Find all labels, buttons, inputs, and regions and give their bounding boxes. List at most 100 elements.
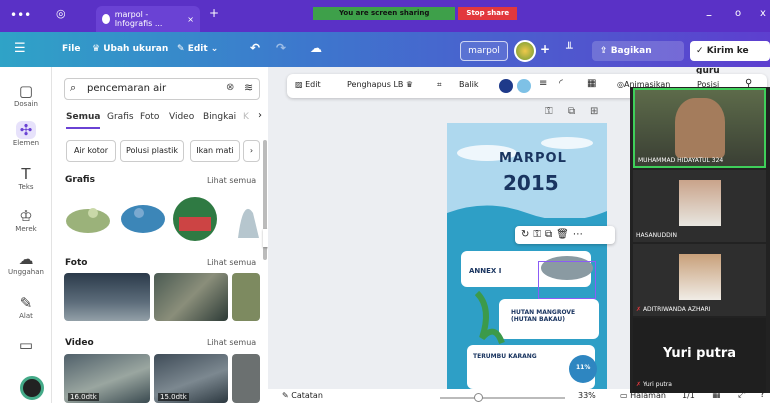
close-tab-icon[interactable]: × [187,15,194,24]
analytics-icon[interactable]: ╨ [566,42,573,55]
browser-tab[interactable]: marpol - Infografis ... × [96,6,200,32]
rail-text[interactable]: T Teks [0,165,52,191]
color-swatch-dark[interactable] [499,79,513,93]
rail-brand[interactable]: ♔ Merek [0,207,52,233]
video-thumb[interactable]: 15.0dtk [154,354,228,403]
mangrove-label[interactable]: HUTAN MANGROVE (HUTAN BAKAU) [511,309,593,323]
graphic-thumb[interactable] [173,197,217,241]
chip-dirty-water[interactable]: Air kotor [66,140,116,162]
photo-thumb[interactable] [232,273,260,321]
resize-menu[interactable]: ♛ Ubah ukuran [92,44,168,54]
photo-thumb[interactable] [154,273,228,321]
share-button[interactable]: ⇪ Bagikan [592,41,684,61]
participant-tile[interactable]: ✗ ADITRIWANDA AZHARI [633,244,766,316]
zoom-slider-handle[interactable] [474,393,483,402]
new-tab-icon[interactable]: + [209,6,219,20]
share-label: Bagikan [610,46,652,56]
cloud-save-icon[interactable]: ☁ [310,41,322,55]
tab-title: marpol - Infografis ... [114,10,163,28]
duplicate-page-icon[interactable]: ⧉ [568,106,575,117]
zoom-level[interactable]: 33% [578,391,596,400]
section-graphics-title: Grafis [65,175,95,185]
participant-tile[interactable]: MUHAMMAD HIDAYATUL 324 [633,88,766,168]
chip-plastic-pollution[interactable]: Polusi plastik [120,140,184,162]
crop-icon[interactable]: ⌗ [437,80,442,90]
search-icon: ⌕ [70,81,77,94]
rail-upload[interactable]: ☁ Unggahan [0,250,52,276]
crown-icon: ♛ [92,44,104,54]
corner-rounding-icon[interactable]: ◜ [559,78,563,89]
video-thumb[interactable] [232,354,260,403]
tab-photos[interactable]: Foto [140,112,159,122]
muted-mic-icon: ✗ [636,306,643,313]
element-floating-toolbar[interactable]: ↻⚿⧉🗑⋯ [515,226,615,244]
send-to-teacher-button[interactable]: ✓ Kirim ke guru [690,41,770,76]
rail-elements[interactable]: ✣ Elemen [0,121,52,147]
bg-remover-button[interactable]: Penghapus LB ♛ [347,80,413,89]
graphic-thumb[interactable] [238,208,259,238]
tab-all[interactable]: Semua [66,112,101,129]
rail-label: Unggahan [8,268,44,276]
undo-icon[interactable]: ↶ [250,41,260,55]
video-duration: 15.0dtk [158,393,189,401]
upload-icon: ☁ [18,250,34,268]
participant-name: HASANUDDIN [636,232,678,239]
edit-image-label: Edit [305,80,321,89]
avatar[interactable] [514,40,536,62]
tab-graphics[interactable]: Grafis [107,112,134,122]
see-all-videos[interactable]: Lihat semua [207,338,256,347]
add-page-icon[interactable]: ⊞ [590,106,598,117]
rail-folder[interactable]: ▭ [0,336,52,354]
rail-design[interactable]: ▢ Dosain [0,82,52,108]
tab-frames[interactable]: Bingkai [203,112,236,122]
check-circle-icon: ✓ [696,46,707,56]
poster-year[interactable]: 2015 [503,171,559,195]
photo-thumb[interactable] [64,273,150,321]
selection-box[interactable] [538,261,596,299]
stop-share-button[interactable]: Stop share [458,7,518,20]
transparency-icon[interactable]: ▦ [587,78,596,89]
share-banner: You are screen sharing Stop share [313,7,518,20]
rail-tools[interactable]: ✎ Alat [0,294,52,320]
lock-icon[interactable]: ⚿ [545,106,553,117]
minimize-icon[interactable]: – [706,8,712,22]
edit-menu[interactable]: ✎ Edit ⌄ [177,44,218,54]
filter-icon[interactable]: ≋ [244,81,253,94]
file-menu[interactable]: File [62,44,80,54]
add-collaborator-icon[interactable]: + [540,42,550,56]
zoom-slider[interactable] [440,397,565,399]
magic-icon[interactable] [20,376,44,400]
participant-tile[interactable]: HASANUDDIN [633,170,766,242]
pencil-icon: ✎ [177,44,188,54]
app-icon[interactable]: ◎ [56,7,66,20]
tab-more[interactable]: K [243,112,249,122]
chip-dead-fish[interactable]: Ikan mati [190,140,240,162]
poster-canvas[interactable]: MARPOL 2015 ANNEX I HUTAN MANGROVE (HUTA… [447,123,607,393]
poster-title[interactable]: MARPOL [499,151,567,166]
tabs-next-icon[interactable]: › [258,110,262,121]
tab-videos[interactable]: Video [169,112,194,122]
annex-label[interactable]: ANNEX I [469,267,501,275]
restore-icon[interactable]: o [735,8,741,19]
flip-button[interactable]: Balik [459,80,478,89]
close-icon[interactable]: x [760,8,766,19]
hamburger-icon[interactable]: ☰ [14,41,26,56]
edit-image-button[interactable]: ▨ Edit [295,80,321,89]
redo-icon[interactable]: ↷ [276,41,286,55]
see-all-photos[interactable]: Lihat semua [207,258,256,267]
color-swatch-light[interactable] [517,79,531,93]
percent-badge[interactable]: 11% [576,364,590,371]
menu-dots-icon[interactable]: ••• [10,8,31,22]
folder-icon: ▭ [18,336,34,354]
graphic-thumb[interactable] [66,208,110,233]
clear-search-icon[interactable]: ⊗ [226,82,234,93]
notes-button[interactable]: ✎ Catatan [282,391,323,400]
participant-tile[interactable]: Yuri putra ✗ Yuri putra [633,318,766,393]
border-style-icon[interactable]: ≡ [539,78,547,89]
reef-label[interactable]: TERUMBU KARANG [473,353,537,360]
project-name-button[interactable]: marpol [460,41,508,61]
chips-next-icon[interactable]: › [243,140,260,162]
graphic-thumb[interactable] [121,205,165,233]
video-thumb[interactable]: 16.0dtk [64,354,150,403]
see-all-graphics[interactable]: Lihat semua [207,176,256,185]
